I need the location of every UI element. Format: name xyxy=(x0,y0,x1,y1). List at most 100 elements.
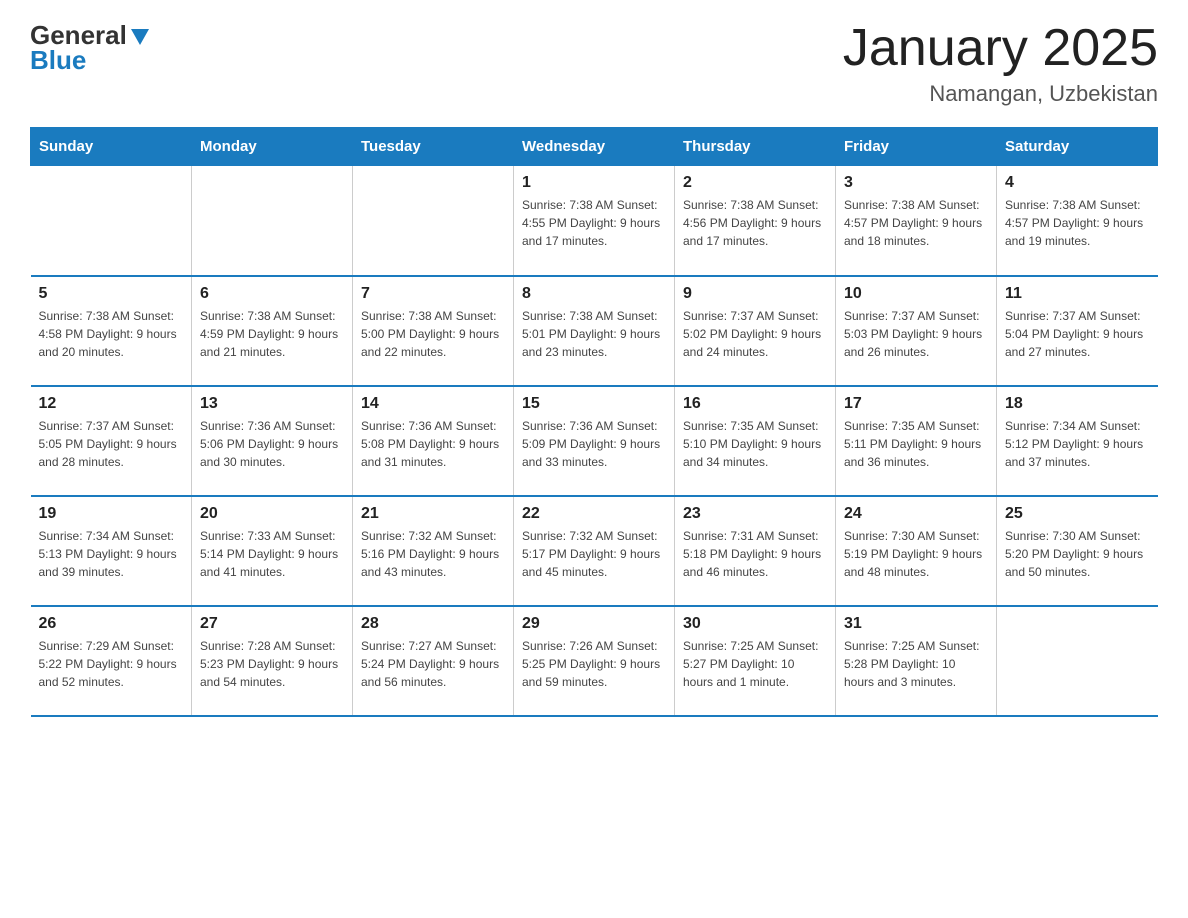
table-row: 7 Sunrise: 7:38 AM Sunset: 5:00 PM Daylig… xyxy=(353,276,514,386)
day-info: Sunrise: 7:30 AM Sunset: 5:19 PM Dayligh… xyxy=(844,527,988,581)
day-number: 23 xyxy=(683,505,827,523)
table-row: 12 Sunrise: 7:37 AM Sunset: 5:05 PM Dayli… xyxy=(31,386,192,496)
day-info: Sunrise: 7:35 AM Sunset: 5:11 PM Dayligh… xyxy=(844,417,988,471)
day-info: Sunrise: 7:29 AM Sunset: 5:22 PM Dayligh… xyxy=(39,637,184,691)
day-number: 17 xyxy=(844,395,988,413)
day-number: 11 xyxy=(1005,285,1150,303)
day-number: 16 xyxy=(683,395,827,413)
table-row: 8 Sunrise: 7:38 AM Sunset: 5:01 PM Daylig… xyxy=(514,276,675,386)
col-monday: Monday xyxy=(192,128,353,166)
table-row: 23 Sunrise: 7:31 AM Sunset: 5:18 PM Dayli… xyxy=(675,496,836,606)
day-info: Sunrise: 7:38 AM Sunset: 5:00 PM Dayligh… xyxy=(361,307,505,361)
table-row: 5Sunrise: 7:38 AM Sunset: 4:58 PM Daylig… xyxy=(31,276,192,386)
day-number: 30 xyxy=(683,615,827,633)
calendar-header-row: Sunday Monday Tuesday Wednesday Thursday… xyxy=(31,128,1158,166)
table-row: 18 Sunrise: 7:34 AM Sunset: 5:12 PM Dayli… xyxy=(997,386,1158,496)
calendar-table: Sunday Monday Tuesday Wednesday Thursday… xyxy=(30,127,1158,717)
calendar-week-row: 1Sunrise: 7:38 AM Sunset: 4:55 PM Daylig… xyxy=(31,166,1158,276)
day-number: 12 xyxy=(39,395,184,413)
day-info: Sunrise: 7:34 AM Sunset: 5:12 PM Dayligh… xyxy=(1005,417,1150,471)
day-info: Sunrise: 7:25 AM Sunset: 5:27 PM Dayligh… xyxy=(683,637,827,691)
calendar-week-row: 12 Sunrise: 7:37 AM Sunset: 5:05 PM Dayli… xyxy=(31,386,1158,496)
day-number: 3 xyxy=(844,174,988,192)
calendar-week-row: 26 Sunrise: 7:29 AM Sunset: 5:22 PM Dayli… xyxy=(31,606,1158,716)
table-row: 22 Sunrise: 7:32 AM Sunset: 5:17 PM Dayli… xyxy=(514,496,675,606)
day-number: 14 xyxy=(361,395,505,413)
day-info: Sunrise: 7:37 AM Sunset: 5:05 PM Dayligh… xyxy=(39,417,184,471)
table-row: 9 Sunrise: 7:37 AM Sunset: 5:02 PM Daylig… xyxy=(675,276,836,386)
day-info: Sunrise: 7:26 AM Sunset: 5:25 PM Dayligh… xyxy=(522,637,666,691)
table-row: 27Sunrise: 7:28 AM Sunset: 5:23 PM Dayli… xyxy=(192,606,353,716)
table-row xyxy=(192,166,353,276)
day-number: 15 xyxy=(522,395,666,413)
day-info: Sunrise: 7:37 AM Sunset: 5:04 PM Dayligh… xyxy=(1005,307,1150,361)
day-info: Sunrise: 7:38 AM Sunset: 4:57 PM Dayligh… xyxy=(844,196,988,250)
day-number: 2 xyxy=(683,174,827,192)
day-info: Sunrise: 7:36 AM Sunset: 5:09 PM Dayligh… xyxy=(522,417,666,471)
col-thursday: Thursday xyxy=(675,128,836,166)
day-number: 20 xyxy=(200,505,344,523)
table-row: 29 Sunrise: 7:26 AM Sunset: 5:25 PM Dayli… xyxy=(514,606,675,716)
day-number: 8 xyxy=(522,285,666,303)
table-row: 11 Sunrise: 7:37 AM Sunset: 5:04 PM Dayli… xyxy=(997,276,1158,386)
day-number: 22 xyxy=(522,505,666,523)
day-number: 7 xyxy=(361,285,505,303)
day-number: 10 xyxy=(844,285,988,303)
day-info: Sunrise: 7:34 AM Sunset: 5:13 PM Dayligh… xyxy=(39,527,184,581)
table-row xyxy=(353,166,514,276)
day-info: Sunrise: 7:38 AM Sunset: 4:59 PM Dayligh… xyxy=(200,307,344,361)
day-info: Sunrise: 7:36 AM Sunset: 5:08 PM Dayligh… xyxy=(361,417,505,471)
table-row: 10 Sunrise: 7:37 AM Sunset: 5:03 PM Dayli… xyxy=(836,276,997,386)
day-number: 18 xyxy=(1005,395,1150,413)
day-info: Sunrise: 7:32 AM Sunset: 5:16 PM Dayligh… xyxy=(361,527,505,581)
logo: General Blue xyxy=(30,20,149,76)
table-row: 15 Sunrise: 7:36 AM Sunset: 5:09 PM Dayli… xyxy=(514,386,675,496)
day-info: Sunrise: 7:35 AM Sunset: 5:10 PM Dayligh… xyxy=(683,417,827,471)
table-row xyxy=(31,166,192,276)
col-friday: Friday xyxy=(836,128,997,166)
day-info: Sunrise: 7:31 AM Sunset: 5:18 PM Dayligh… xyxy=(683,527,827,581)
day-number: 6 xyxy=(200,285,344,303)
calendar-title: January 2025 xyxy=(843,20,1158,77)
day-number: 29 xyxy=(522,615,666,633)
day-info: Sunrise: 7:37 AM Sunset: 5:02 PM Dayligh… xyxy=(683,307,827,361)
day-number: 26 xyxy=(39,615,184,633)
table-row: 21 Sunrise: 7:32 AM Sunset: 5:16 PM Dayli… xyxy=(353,496,514,606)
table-row: 6 Sunrise: 7:38 AM Sunset: 4:59 PM Daylig… xyxy=(192,276,353,386)
day-info: Sunrise: 7:27 AM Sunset: 5:24 PM Dayligh… xyxy=(361,637,505,691)
page-header: General Blue January 2025 Namangan, Uzbe… xyxy=(30,20,1158,107)
day-info: Sunrise: 7:32 AM Sunset: 5:17 PM Dayligh… xyxy=(522,527,666,581)
day-info: Sunrise: 7:25 AM Sunset: 5:28 PM Dayligh… xyxy=(844,637,988,691)
day-info: Sunrise: 7:38 AM Sunset: 4:57 PM Dayligh… xyxy=(1005,196,1150,250)
table-row: 19 Sunrise: 7:34 AM Sunset: 5:13 PM Dayli… xyxy=(31,496,192,606)
calendar-location: Namangan, Uzbekistan xyxy=(843,81,1158,107)
table-row: 1Sunrise: 7:38 AM Sunset: 4:55 PM Daylig… xyxy=(514,166,675,276)
day-info: Sunrise: 7:28 AM Sunset: 5:23 PM Dayligh… xyxy=(200,637,344,691)
col-tuesday: Tuesday xyxy=(353,128,514,166)
table-row: 31Sunrise: 7:25 AM Sunset: 5:28 PM Dayli… xyxy=(836,606,997,716)
day-info: Sunrise: 7:38 AM Sunset: 4:58 PM Dayligh… xyxy=(39,307,184,361)
table-row: 28 Sunrise: 7:27 AM Sunset: 5:24 PM Dayli… xyxy=(353,606,514,716)
day-info: Sunrise: 7:37 AM Sunset: 5:03 PM Dayligh… xyxy=(844,307,988,361)
day-number: 24 xyxy=(844,505,988,523)
day-number: 25 xyxy=(1005,505,1150,523)
col-wednesday: Wednesday xyxy=(514,128,675,166)
table-row: 16 Sunrise: 7:35 AM Sunset: 5:10 PM Dayli… xyxy=(675,386,836,496)
calendar-week-row: 5Sunrise: 7:38 AM Sunset: 4:58 PM Daylig… xyxy=(31,276,1158,386)
table-row xyxy=(997,606,1158,716)
table-row: 20 Sunrise: 7:33 AM Sunset: 5:14 PM Dayli… xyxy=(192,496,353,606)
table-row: 30 Sunrise: 7:25 AM Sunset: 5:27 PM Dayli… xyxy=(675,606,836,716)
col-saturday: Saturday xyxy=(997,128,1158,166)
day-info: Sunrise: 7:33 AM Sunset: 5:14 PM Dayligh… xyxy=(200,527,344,581)
table-row: 26 Sunrise: 7:29 AM Sunset: 5:22 PM Dayli… xyxy=(31,606,192,716)
table-row: 4Sunrise: 7:38 AM Sunset: 4:57 PM Daylig… xyxy=(997,166,1158,276)
day-number: 9 xyxy=(683,285,827,303)
day-number: 19 xyxy=(39,505,184,523)
col-sunday: Sunday xyxy=(31,128,192,166)
table-row: 2Sunrise: 7:38 AM Sunset: 4:56 PM Daylig… xyxy=(675,166,836,276)
day-number: 28 xyxy=(361,615,505,633)
title-block: January 2025 Namangan, Uzbekistan xyxy=(843,20,1158,107)
calendar-week-row: 19 Sunrise: 7:34 AM Sunset: 5:13 PM Dayli… xyxy=(31,496,1158,606)
day-number: 21 xyxy=(361,505,505,523)
day-info: Sunrise: 7:38 AM Sunset: 5:01 PM Dayligh… xyxy=(522,307,666,361)
